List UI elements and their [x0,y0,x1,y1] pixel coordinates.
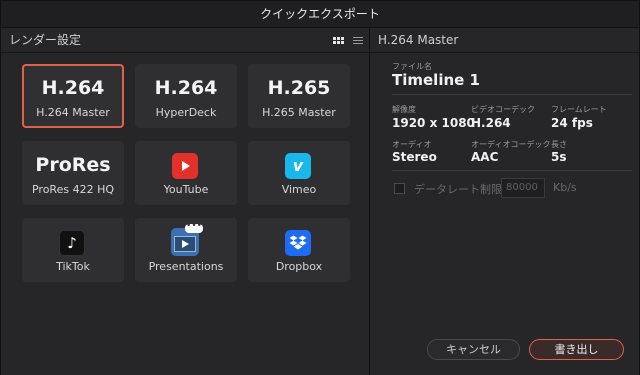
grid-view-icon[interactable] [333,36,344,44]
export-button[interactable]: 書き出し [529,339,624,360]
video-codec-label: ビデオコーデック [471,105,535,114]
dropbox-icon [285,230,311,256]
preset-vimeo[interactable]: v Vimeo [248,141,350,205]
preset-label: TikTok [56,260,90,273]
preset-dropbox[interactable]: Dropbox [248,218,350,282]
preset-h264-master[interactable]: H.264 H.264 Master [22,64,124,128]
frame-rate-label: フレームレート [551,105,607,114]
preset-format-text: H.265 [267,77,331,99]
preset-youtube[interactable]: YouTube [135,141,237,205]
preset-prores-422-hq[interactable]: ProRes ProRes 422 HQ [22,141,124,205]
filename-value[interactable]: Timeline 1 [392,71,480,89]
cancel-button[interactable]: キャンセル [427,339,520,360]
render-settings-panel: レンダー設定 H.264 H.264 Master H.264 HyperDec… [1,28,370,375]
preset-label: Vimeo [281,183,317,196]
preset-label: HyperDeck [155,106,217,119]
render-settings-title: レンダー設定 [9,33,82,47]
youtube-icon [172,153,198,179]
preset-label: H.264 Master [36,106,110,119]
data-rate-unit: Kb/s [553,181,577,194]
preset-label: Dropbox [275,260,323,273]
tiktok-icon: ♪ [59,230,85,256]
frame-rate-value: 24 fps [551,116,593,130]
list-view-icon[interactable] [353,36,363,44]
audio-value: Stereo [392,150,437,164]
preset-details-panel: H.264 Master ファイル名 Timeline 1 解像度 1920 x… [370,28,639,375]
preset-label: Presentations [148,260,224,273]
preset-label: H.265 Master [262,106,336,119]
audio-label: オーディオ [392,140,432,149]
preset-hyperdeck[interactable]: H.264 HyperDeck [135,64,237,128]
quick-export-window: クイックエクスポート レンダー設定 H.264 H.264 Master H.2… [0,0,640,375]
presentations-icon: ••• [171,222,203,256]
data-rate-limit-label: データレート制限： [414,183,513,196]
vimeo-icon: v [285,153,311,179]
audio-codec-label: オーディオコーデック [471,140,551,149]
preset-format-text: ProRes [35,154,111,176]
window-title: クイックエクスポート [1,1,639,28]
audio-codec-value: AAC [471,150,499,164]
preset-h265-master[interactable]: H.265 H.265 Master [248,64,350,128]
length-label: 長さ [551,140,567,149]
resolution-value: 1920 x 1080 [392,116,475,130]
preset-format-text: H.264 [41,77,105,99]
chat-bubble-icon: ••• [185,221,203,233]
resolution-label: 解像度 [392,105,416,114]
divider [392,94,632,95]
render-settings-header: レンダー設定 [1,28,369,53]
preset-label: ProRes 422 HQ [31,183,115,196]
screen-play-icon [174,236,196,252]
preset-label: YouTube [163,183,209,196]
preset-tiktok[interactable]: ♪ TikTok [22,218,124,282]
preset-details-title: H.264 Master [370,28,639,53]
data-rate-input[interactable]: 80000 [501,178,545,198]
preset-format-text: H.264 [154,77,218,99]
data-rate-limit-checkbox[interactable] [394,183,405,194]
length-value: 5s [551,150,567,164]
preset-presentations[interactable]: ••• Presentations [135,218,237,282]
video-codec-value: H.264 [471,116,511,130]
divider [392,170,632,171]
view-toggle [333,33,363,47]
